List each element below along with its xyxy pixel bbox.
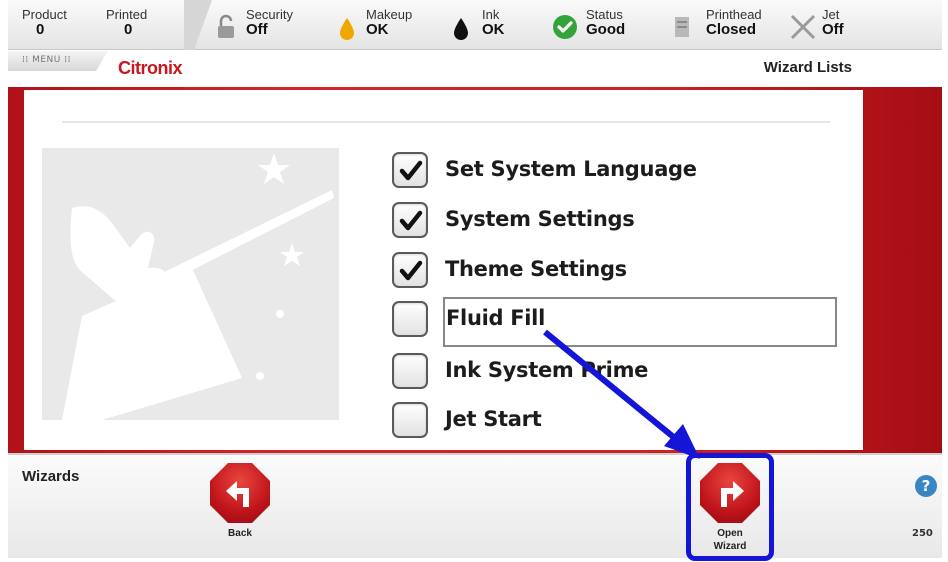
ink-label: Ink <box>482 7 500 22</box>
printhead-icon <box>675 17 689 37</box>
version-number: 250 <box>912 528 933 539</box>
checkmark-icon <box>399 210 423 231</box>
printed-counter: Printed 0 <box>106 8 147 38</box>
checkbox-checked[interactable] <box>392 152 428 188</box>
ink-value: OK <box>482 21 505 38</box>
status-label: Status <box>586 7 623 22</box>
wizard-item-label: Jet Start <box>445 407 542 431</box>
printed-label: Printed <box>106 7 148 22</box>
check-circle-icon <box>553 15 577 39</box>
printhead-label: Printhead <box>706 7 762 22</box>
bottom-bar-title: Wizards <box>22 468 80 485</box>
checkmark-icon <box>399 160 423 181</box>
menu-grip-icon: ⁞⁞ <box>22 55 33 65</box>
wizard-item-label: Fluid Fill <box>446 306 545 330</box>
help-icon[interactable]: ? <box>915 475 937 497</box>
checkbox-unchecked[interactable] <box>392 301 428 337</box>
page-title: Wizard Lists <box>763 59 852 76</box>
checkbox-unchecked[interactable] <box>392 353 428 389</box>
makeup-drop-icon <box>340 18 354 40</box>
citronix-logo: Citronix <box>118 58 183 78</box>
back-button-octagon <box>210 463 270 523</box>
makeup-label: Makeup <box>366 7 413 22</box>
wizard-item-label: System Settings <box>445 207 635 231</box>
menu-grip-icon: ⁞⁞ <box>60 55 71 65</box>
jet-value: Off <box>822 21 844 38</box>
menu-tab[interactable]: ⁞⁞ MENU ⁞⁞ <box>8 51 108 71</box>
open-wizard-highlight-box <box>686 453 774 561</box>
product-value: 0 <box>36 21 45 38</box>
bottom-bar <box>8 453 942 558</box>
checkbox-unchecked[interactable] <box>392 402 428 438</box>
wizard-wand-illustration <box>42 148 339 420</box>
status-value: Good <box>586 21 626 38</box>
magic-wand-icon <box>62 153 334 420</box>
status-bar: Product 0 Printed 0 Security Off Makeup … <box>8 0 942 50</box>
security-value: Off <box>246 21 268 38</box>
printhead-value: Closed <box>706 21 757 38</box>
product-counter: Product 0 <box>22 8 67 38</box>
wizard-item-label: Ink System Prime <box>445 358 649 382</box>
wizard-content-panel: Set System Language System Settings Them… <box>24 90 863 450</box>
checkmark-icon <box>399 260 423 281</box>
jet-label: Jet <box>822 7 840 22</box>
wizard-item-label: Theme Settings <box>445 257 627 281</box>
back-label: Back <box>228 528 252 539</box>
divider <box>62 121 830 123</box>
security-label: Security <box>246 7 293 22</box>
wizard-item-label: Set System Language <box>445 157 697 181</box>
x-icon <box>790 14 816 40</box>
makeup-value: OK <box>366 21 389 38</box>
ink-drop-icon <box>454 18 468 40</box>
padlock-icon <box>218 14 234 38</box>
back-button[interactable]: Back <box>210 463 270 540</box>
product-label: Product <box>22 7 67 22</box>
status-separator <box>184 0 212 50</box>
menu-label: MENU <box>32 55 61 65</box>
checkbox-checked[interactable] <box>392 252 428 288</box>
printed-value: 0 <box>124 21 133 38</box>
turn-left-arrow-icon <box>226 481 249 507</box>
checkbox-checked[interactable] <box>392 202 428 238</box>
